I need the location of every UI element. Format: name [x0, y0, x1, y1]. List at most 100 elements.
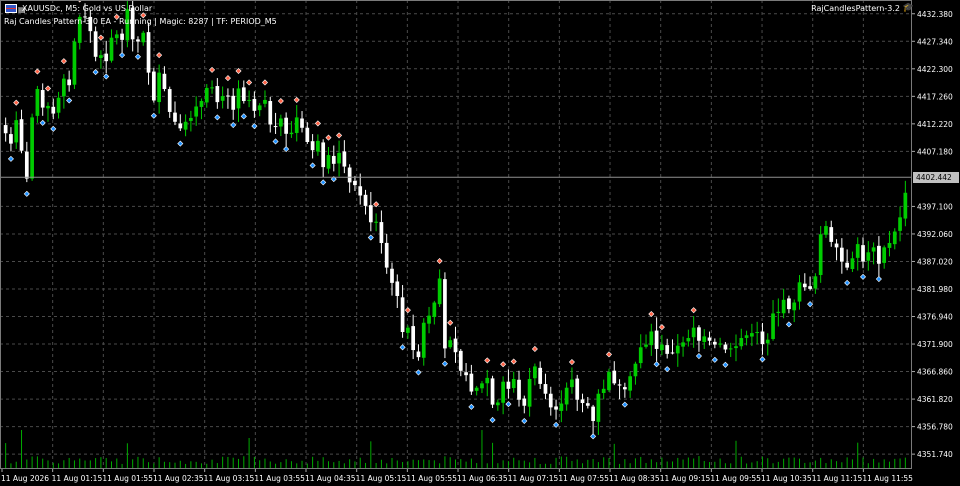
time-tick-label: 11 Aug 07:15	[508, 474, 559, 483]
price-chart[interactable]: 4432.380 4427.340 4422.300 4417.260 4412.220…	[0, 0, 960, 486]
sell-signal-marker	[293, 96, 300, 103]
sell-signal-marker	[510, 358, 517, 365]
candle-body	[802, 283, 807, 288]
buy-signal-marker	[590, 433, 597, 440]
time-tick-label: 11 Aug 11:55	[862, 474, 913, 483]
candle-body	[892, 231, 897, 245]
candle-body	[93, 31, 98, 57]
candle-body	[337, 152, 341, 164]
candle-body	[3, 125, 8, 134]
candle-body	[257, 105, 262, 111]
candle-body	[638, 347, 643, 364]
candle-body	[9, 134, 13, 144]
candle-body	[395, 281, 400, 296]
buy-signal-marker	[695, 353, 702, 360]
flag-icon	[5, 4, 17, 13]
candle-body	[734, 346, 738, 349]
candle-body	[40, 90, 45, 108]
sell-signal-marker	[13, 99, 20, 106]
candle-body	[612, 370, 617, 384]
candle-body	[903, 192, 908, 219]
sell-signal-marker	[277, 98, 284, 105]
ea-status-line: Raj Candles Pattern-3.0 EA - Running | M…	[4, 17, 277, 26]
buy-signal-marker	[441, 360, 448, 367]
candle-body	[686, 338, 691, 342]
candle-body	[712, 341, 717, 345]
time-tick-label: 11 Aug 07:55	[558, 474, 609, 483]
sell-signal-marker	[648, 310, 655, 318]
candle-body	[448, 340, 453, 348]
price-tick-label: 4427.340	[917, 37, 953, 46]
symbol-header: XAUUSDc, M5: Gold vs US Dollar	[22, 4, 153, 13]
candle-body	[458, 350, 463, 371]
price-axis[interactable]: 4432.380 4427.340 4422.300 4417.260 4412.220…	[911, 10, 953, 459]
time-tick-label: 11 Aug 08:35	[609, 474, 660, 483]
candle-body	[194, 106, 199, 117]
candle-body	[750, 333, 754, 337]
price-tick-label: 4412.220	[917, 120, 953, 129]
candle-body	[19, 119, 24, 151]
candle-body	[506, 381, 511, 389]
buy-signal-marker	[240, 113, 247, 120]
candle-body	[46, 105, 50, 109]
candle-body	[384, 242, 389, 268]
price-tick-label: 4366.860	[917, 368, 953, 377]
candle-body	[331, 155, 336, 164]
candle-body	[649, 331, 654, 346]
buy-signal-marker	[309, 162, 316, 169]
candle-body	[882, 247, 887, 263]
buy-signal-marker	[150, 112, 157, 119]
buy-signal-marker	[7, 155, 14, 162]
buy-signal-marker	[272, 138, 279, 145]
candle-body	[199, 101, 204, 107]
candle-body	[453, 338, 458, 353]
candle-body	[289, 132, 294, 135]
buy-signal-marker	[489, 416, 496, 423]
candle-body	[35, 89, 40, 116]
candle-body	[543, 384, 548, 394]
candle-body	[278, 118, 283, 127]
volume-histogram	[5, 430, 906, 468]
candle-body	[416, 351, 421, 358]
price-tick-label: 4392.060	[917, 230, 953, 239]
candle-body	[691, 327, 696, 338]
candle-body	[62, 78, 66, 97]
expert-hat-icon: 🎓	[902, 3, 914, 13]
candle-body	[760, 331, 765, 345]
time-tick-label: 11 Aug 01:55	[102, 474, 153, 483]
buy-signal-marker	[759, 356, 766, 363]
buy-signal-marker	[505, 401, 512, 408]
candle-body	[771, 313, 775, 339]
chart-grid	[0, 0, 911, 468]
sell-signal-marker	[60, 58, 67, 65]
time-tick-label: 11 Aug 09:55	[710, 474, 761, 483]
sell-signal-marker	[447, 319, 454, 326]
sell-signal-marker	[404, 307, 411, 314]
sell-signal-marker	[325, 134, 332, 141]
candle-body	[464, 372, 468, 376]
candle-body	[310, 141, 315, 151]
price-tick-label: 4356.780	[917, 423, 953, 432]
candle-body	[697, 327, 701, 341]
candle-body	[681, 342, 685, 347]
current-price-tag: 4402.442	[913, 171, 959, 183]
candle-body	[564, 387, 569, 405]
candle-body	[390, 268, 394, 283]
time-axis[interactable]: 11 Aug 2026 11 Aug 01:15 11 Aug 01:55 11 Au…	[1, 468, 913, 483]
candle-body	[151, 71, 156, 101]
candle-body	[887, 243, 892, 248]
candle-body	[739, 338, 744, 347]
time-tick-label: 11 Aug 05:15	[356, 474, 407, 483]
buy-signal-marker	[367, 234, 374, 241]
sell-signal-marker	[658, 324, 665, 331]
time-tick-label: 11 Aug 04:35	[305, 474, 356, 483]
candle-body	[675, 345, 680, 354]
candle-body	[781, 299, 786, 314]
price-tick-label: 4432.380	[917, 10, 953, 19]
candle-body	[56, 97, 61, 113]
buy-signal-marker	[39, 119, 46, 126]
buy-signal-marker	[399, 344, 406, 351]
candle-body	[575, 378, 580, 400]
candle-body	[533, 366, 537, 379]
candle-body	[411, 326, 416, 351]
